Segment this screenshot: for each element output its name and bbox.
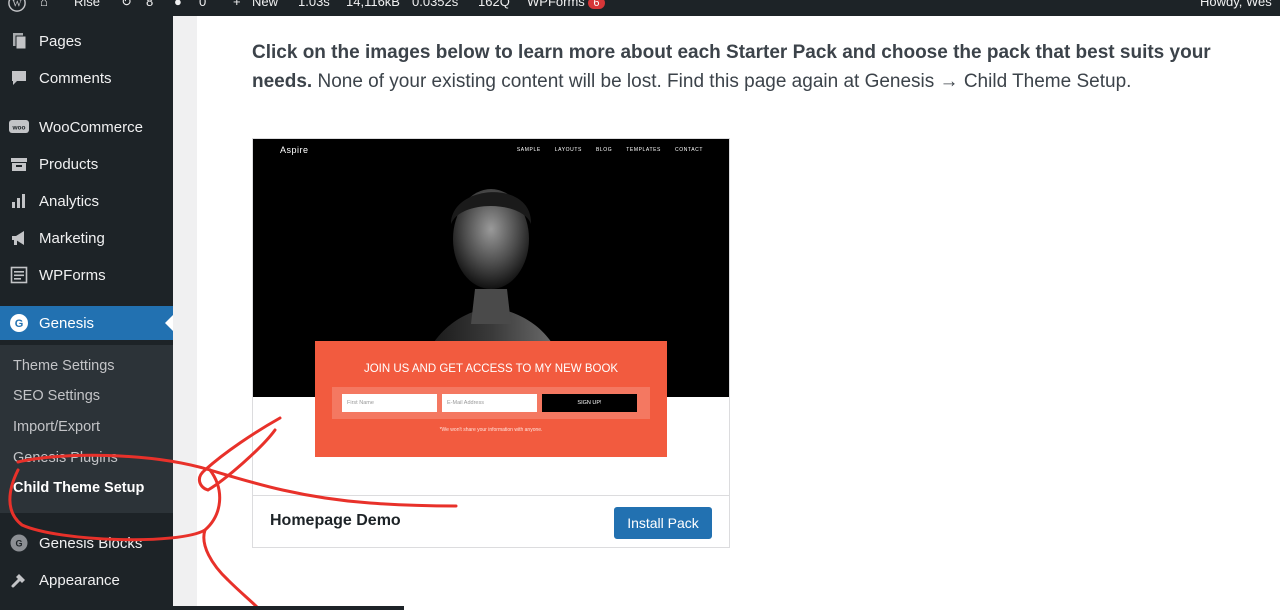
preview-nav-item: BLOG — [595, 147, 613, 153]
comments-count[interactable]: 0 — [199, 0, 206, 9]
optin-title: JOIN US AND GET ACCESS TO MY NEW BOOK — [363, 363, 619, 375]
sidebar-item-products[interactable]: Products — [0, 147, 173, 181]
svg-text:W: W — [12, 0, 22, 10]
sidebar-item-label: Comments — [39, 69, 112, 87]
new-content-link[interactable]: New — [252, 0, 278, 9]
optin-signup-button: SIGN UP! — [542, 394, 637, 412]
updates-icon[interactable]: ↻ — [121, 0, 132, 10]
sidebar-item-marketing[interactable]: Marketing — [0, 221, 173, 255]
products-icon — [9, 154, 29, 174]
updates-count[interactable]: 8 — [146, 0, 153, 9]
submenu-item-child-theme-setup[interactable]: Child Theme Setup — [13, 480, 144, 496]
sidebar-item-label: Appearance — [39, 571, 120, 589]
sidebar-item-appearance[interactable]: Appearance — [0, 563, 173, 597]
preview-nav-item: LAYOUTS — [554, 147, 582, 153]
optin-form-row: First Name E-Mail Address SIGN UP! — [332, 387, 650, 419]
svg-text:G: G — [15, 318, 24, 330]
sidebar-item-pages[interactable]: Pages — [0, 24, 173, 58]
submenu-item-import-export[interactable]: Import/Export — [13, 419, 100, 435]
stat-query-time[interactable]: 0.0352s — [412, 0, 458, 9]
sidebar-item-label: Genesis — [39, 314, 95, 332]
howdy-account-link[interactable]: Howdy, Wes — [1200, 0, 1272, 9]
optin-first-name-field: First Name — [342, 394, 437, 412]
wpforms-notification-badge: 6 — [588, 0, 605, 9]
preview-brand: Aspire — [280, 145, 309, 155]
woocommerce-icon: woo — [9, 117, 29, 137]
intro-rest-text: None of your existing content will be lo… — [312, 71, 1132, 92]
sidebar-item-label: Products — [39, 155, 99, 173]
submenu-item-theme-settings[interactable]: Theme Settings — [13, 358, 115, 374]
sidebar-item-label: Genesis Blocks — [39, 534, 143, 552]
optin-email-field: E-Mail Address — [442, 394, 537, 412]
home-icon[interactable]: ⌂ — [40, 0, 48, 9]
pages-icon — [9, 31, 29, 51]
install-pack-button[interactable]: Install Pack — [614, 507, 712, 539]
preview-optin-box: JOIN US AND GET ACCESS TO MY NEW BOOK Fi… — [315, 341, 667, 457]
preview-nav-item: SAMPLE — [516, 147, 541, 153]
admin-sidebar: Pages Comments woo WooCommerce Products … — [0, 16, 173, 610]
sidebar-item-label: Pages — [39, 32, 82, 50]
wpforms-admin-label: WPForms — [527, 0, 585, 9]
wpforms-admin-link[interactable]: WPForms 6 — [527, 0, 605, 9]
preview-nav-item: TEMPLATES — [626, 147, 661, 153]
preview-nav-item: CONTACT — [675, 147, 703, 153]
sidebar-item-woocommerce[interactable]: woo WooCommerce — [0, 110, 173, 144]
comments-bubble-icon[interactable]: ● — [174, 0, 182, 9]
sidebar-item-genesis-blocks[interactable]: G Genesis Blocks — [0, 526, 173, 560]
genesis-blocks-icon: G — [9, 533, 29, 553]
stat-time[interactable]: 1.03s — [298, 0, 330, 9]
marketing-icon — [9, 228, 29, 248]
submenu-item-genesis-plugins[interactable]: Genesis Plugins — [13, 450, 118, 466]
intro-text: Click on the images below to learn more … — [252, 38, 1252, 96]
sidebar-item-comments[interactable]: Comments — [0, 61, 173, 95]
preview-nav: SAMPLE LAYOUTS BLOG TEMPLATES CONTACT — [517, 147, 703, 153]
genesis-icon: G — [9, 313, 29, 333]
card-footer: Homepage Demo Install Pack — [253, 495, 729, 547]
sidebar-item-genesis[interactable]: G Genesis — [0, 306, 173, 340]
sidebar-item-label: WPForms — [39, 266, 106, 284]
sidebar-item-analytics[interactable]: Analytics — [0, 184, 173, 218]
analytics-icon — [9, 191, 29, 211]
sidebar-item-label: Marketing — [39, 229, 105, 247]
stat-queries[interactable]: 162Q — [478, 0, 510, 9]
pack-title: Homepage Demo — [270, 512, 401, 529]
sidebar-item-wpforms[interactable]: WPForms — [0, 258, 173, 292]
starter-pack-card: Aspire SAMPLE LAYOUTS BLOG TEMPLATES CON… — [252, 138, 730, 548]
wordpress-logo-icon[interactable]: W — [8, 0, 26, 15]
genesis-submenu: Theme Settings SEO Settings Import/Expor… — [0, 345, 173, 513]
admin-bar: W ⌂ Rise ↻ 8 ● 0 + New 1.03s 14,116kB 0.… — [0, 0, 1280, 16]
horizontal-scrollbar[interactable] — [0, 606, 404, 610]
plus-icon[interactable]: + — [233, 0, 241, 9]
site-name-link[interactable]: Rise — [74, 0, 100, 9]
comments-icon — [9, 68, 29, 88]
submenu-item-seo-settings[interactable]: SEO Settings — [13, 388, 100, 404]
optin-note: *We won't share your information with an… — [439, 427, 543, 433]
stat-memory[interactable]: 14,116kB — [346, 0, 400, 9]
appearance-icon — [9, 570, 29, 590]
svg-text:woo: woo — [12, 125, 26, 132]
svg-text:G: G — [15, 539, 22, 549]
sidebar-item-label: Analytics — [39, 192, 100, 210]
sidebar-item-label: WooCommerce — [39, 118, 143, 136]
wpforms-icon — [9, 265, 29, 285]
